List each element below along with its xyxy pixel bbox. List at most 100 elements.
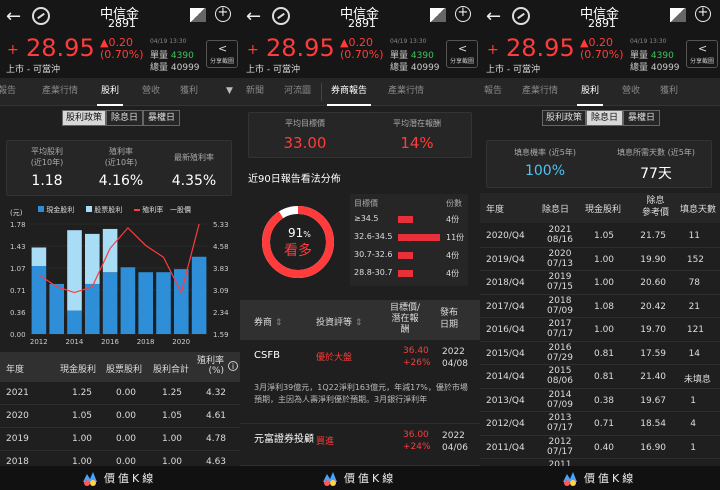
cell-yield: 4.78: [205, 434, 227, 444]
table-row: 2012/Q4 2013 07/17 0.71 18.54 4: [480, 412, 720, 436]
coin-icon[interactable]: [670, 8, 686, 22]
th-rating[interactable]: 投資評等 ⇕: [316, 315, 362, 328]
share-screenshot-button[interactable]: 分享截圖: [446, 40, 478, 68]
quote-time: 04/19 13:30: [150, 38, 187, 45]
dist-range: 28.8-30.7: [354, 268, 393, 277]
tab-dividend[interactable]: 股利: [96, 78, 124, 106]
report-row[interactable]: CSFB 優於大盤 36.40 +26% 2022 04/08 3月淨利39億元，1Q22…: [240, 340, 480, 424]
th-target[interactable]: 目標價/ 潛在報 酬: [390, 303, 420, 336]
tab-bar: ▼ 新聞 河流圖 券商報告 產業行情: [240, 78, 480, 106]
seg-ex-dividend[interactable]: 除息日: [106, 110, 143, 126]
price: 28.95: [26, 34, 95, 62]
sync-icon[interactable]: [272, 7, 290, 25]
cell-cash: 0.38: [593, 395, 615, 406]
price-change-pct: (0.70%): [340, 48, 384, 61]
th-cash: 現金股利: [585, 205, 622, 215]
bar-cash-dividend: [102, 272, 118, 334]
footer-brand: 價值K線: [584, 472, 637, 485]
tab-news[interactable]: 新聞: [246, 78, 264, 106]
dist-range: 30.7-32.6: [354, 250, 393, 259]
cell-year: 2021: [6, 388, 29, 398]
table-row: 2016/Q4 2017 07/17 1.00 19.70 121: [480, 318, 720, 342]
tab-industry[interactable]: 產業行情: [388, 78, 424, 106]
price: 28.95: [266, 34, 335, 62]
cell-total: 1.00: [161, 434, 183, 444]
total-volume: 總量 40999: [390, 60, 440, 73]
y-tick-label: 1.78: [10, 221, 26, 229]
table-row: 2019 1.00 0.00 1.00 4.78: [0, 428, 240, 451]
stat-value-fill-rate: 100%: [524, 163, 566, 179]
share-screenshot-button[interactable]: 分享截圖: [206, 40, 238, 68]
y-tick-label: 1.43: [10, 243, 26, 251]
seg-dividend-policy[interactable]: 股利政策: [542, 110, 586, 126]
cell-cash: 1.05: [593, 231, 615, 241]
add-watchlist-icon[interactable]: +: [695, 6, 711, 22]
tab-dividend[interactable]: 股利: [576, 78, 604, 106]
stat-label-fill-days: 填息所需天數 (近5年): [617, 148, 695, 157]
tab-revenue[interactable]: 營收: [142, 78, 160, 106]
coin-icon[interactable]: [430, 8, 446, 22]
stat-value-return: 14%: [400, 134, 434, 152]
footer-brand: 價值K線: [344, 472, 397, 485]
quote-time: 04/19 13:30: [390, 38, 427, 45]
back-arrow-icon[interactable]: ←: [6, 6, 21, 27]
price-change-pct: (0.70%): [100, 48, 144, 61]
table-row: 2018/Q4 2019 07/15 1.00 20.60 78: [480, 271, 720, 295]
cell-year: 2016/Q4: [486, 325, 525, 335]
tab-profit[interactable]: 獲利: [660, 78, 678, 106]
th-broker[interactable]: 券商 ⇕: [254, 315, 282, 328]
total-volume: 總量 40999: [630, 60, 680, 73]
y2-tick-label: 4.58: [213, 243, 229, 251]
fill-stats: 填息機率 (近5年) 100% 填息所需天數 (近5年) 77天: [486, 140, 712, 188]
add-watchlist-icon[interactable]: +: [215, 6, 231, 22]
tab-profit[interactable]: 獲利: [180, 78, 198, 106]
cell-year: 2018/Q4: [486, 278, 525, 288]
dist-header-target: 目標價: [354, 199, 378, 208]
tab-river[interactable]: 河流圖: [284, 78, 311, 106]
cell-ex-date: 2017 07/17: [547, 319, 573, 339]
report-return: +24%: [403, 442, 431, 452]
cell-cash: 1.08: [593, 301, 615, 312]
report-row[interactable]: 元富證券投顧 買進 36.00 +24% 2022 04/06: [240, 424, 480, 466]
sync-icon[interactable]: [32, 7, 50, 25]
sync-icon[interactable]: [512, 7, 530, 25]
back-arrow-icon[interactable]: ←: [486, 6, 501, 27]
bar-stock-dividend: [102, 228, 118, 273]
th-rating-label: 投資評等: [316, 318, 353, 328]
tab-menu-icon[interactable]: ▼: [226, 78, 233, 106]
tab-reports[interactable]: 報告: [484, 78, 502, 106]
add-watchlist-icon[interactable]: +: [455, 6, 471, 22]
cell-stock: 0.00: [115, 388, 137, 398]
bar-cash-dividend: [156, 272, 171, 334]
table-row: 2021 1.25 0.00 1.25 4.32: [0, 382, 240, 405]
seg-ex-dividend[interactable]: 除息日: [586, 110, 623, 126]
back-arrow-icon[interactable]: ←: [246, 6, 261, 27]
tab-divider: [321, 83, 322, 101]
tab-industry[interactable]: 產業行情: [42, 78, 78, 106]
tab-industry[interactable]: 產業行情: [522, 78, 558, 106]
tab-revenue[interactable]: 營收: [622, 78, 640, 106]
report-broker: 元富證券投顧: [254, 434, 314, 445]
seg-ex-right[interactable]: 暴權日: [143, 110, 180, 126]
market-label: 上市 - 可當沖: [246, 65, 300, 75]
tab-reports[interactable]: 報告: [0, 78, 16, 106]
report-target: 36.00: [403, 430, 429, 440]
cell-fill-days: 1: [690, 395, 697, 406]
th-year: 年度: [6, 365, 25, 375]
total-volume-label: 總量: [630, 63, 649, 73]
seg-ex-right[interactable]: 暴權日: [623, 110, 660, 126]
x-tick-label: 2018: [137, 338, 155, 346]
stat-label-return: 平均潛在報酬: [393, 119, 441, 128]
tab-broker-report[interactable]: 券商報告: [326, 78, 372, 106]
share-screenshot-button[interactable]: 分享截圖: [686, 40, 718, 68]
dist-range: 32.6-34.5: [354, 232, 393, 241]
bar-cash-dividend: [31, 266, 47, 334]
th-date[interactable]: 發布 日期: [440, 307, 458, 331]
price: 28.95: [506, 34, 575, 62]
info-icon[interactable]: i: [228, 361, 238, 371]
coin-icon[interactable]: [190, 8, 206, 22]
market-label: 上市 - 可當沖: [6, 65, 60, 75]
footer-brand: 價值K線: [104, 472, 157, 485]
cell-year: 2013/Q4: [486, 395, 525, 406]
seg-dividend-policy[interactable]: 股利政策: [62, 110, 106, 126]
